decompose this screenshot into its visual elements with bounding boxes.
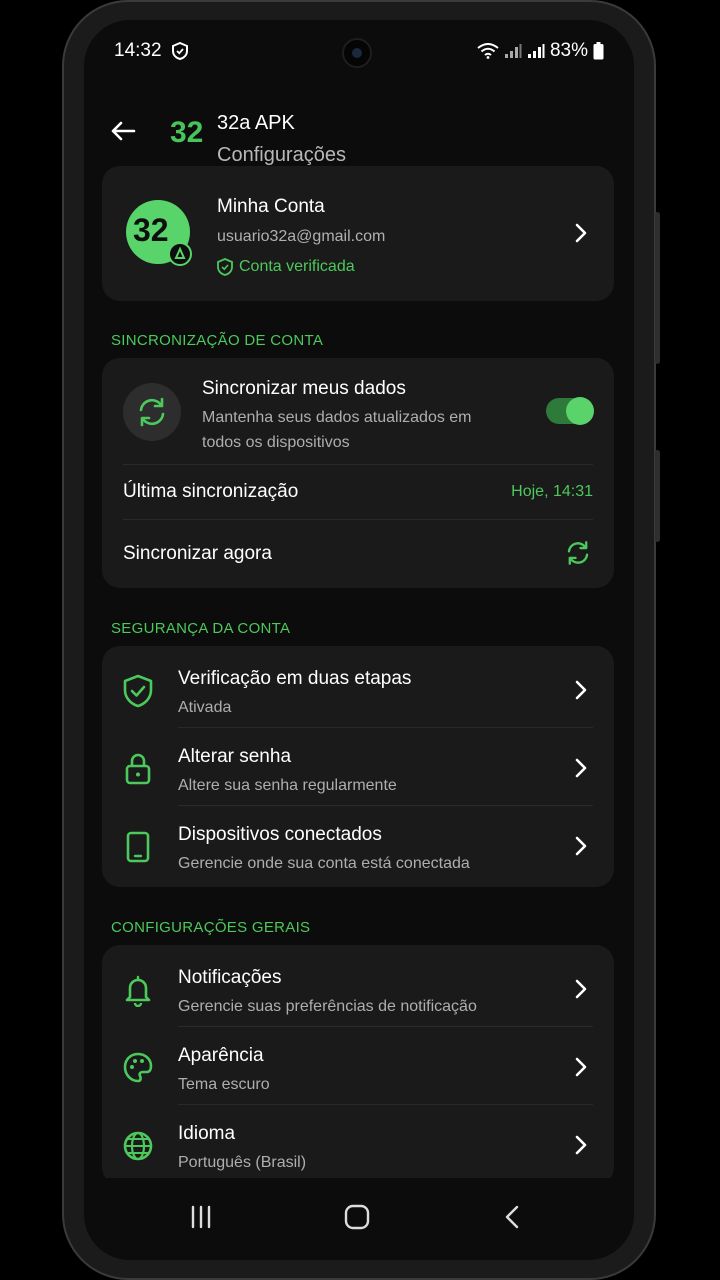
volume-button xyxy=(655,212,660,364)
avatar-badge-icon xyxy=(168,242,192,266)
status-time: 14:32 xyxy=(114,40,162,61)
general-item-appearance[interactable]: Aparência Tema escuro xyxy=(102,1027,614,1105)
item-subtitle: Altere sua senha regularmente xyxy=(178,777,397,794)
item-title: Aparência xyxy=(178,1045,264,1066)
general-card: Notificações Gerencie suas preferências … xyxy=(102,945,614,1185)
screen: 14:32 83% 32 32a APK Configurações 32 Mi… xyxy=(84,20,634,1260)
section-title-security: SEGURANÇA DA CONTA xyxy=(111,620,291,637)
chevron-right-icon xyxy=(575,979,587,999)
item-title: Idioma xyxy=(178,1123,236,1144)
back-arrow-icon[interactable] xyxy=(110,120,136,142)
chevron-right-icon xyxy=(575,1135,587,1155)
item-subtitle: Português (Brasil) xyxy=(178,1154,307,1171)
wifi-icon xyxy=(477,43,499,59)
sync-toggle[interactable] xyxy=(546,397,594,425)
item-title: Notificações xyxy=(178,967,282,988)
sync-icon-badge xyxy=(123,383,181,441)
bell-icon xyxy=(125,975,151,1007)
item-subtitle: Gerencie suas preferências de notificaçã… xyxy=(178,998,477,1015)
palette-icon xyxy=(123,1052,153,1083)
security-item-password[interactable]: Alterar senha Altere sua senha regularme… xyxy=(102,728,614,806)
item-subtitle: Gerencie onde sua conta está conectada xyxy=(178,855,470,872)
item-title: Alterar senha xyxy=(178,746,292,767)
account-name: Minha Conta xyxy=(217,196,325,217)
app-logo: 32 xyxy=(170,116,204,149)
section-title-general: CONFIGURAÇÕES GERAIS xyxy=(111,919,311,936)
account-card[interactable]: 32 Minha Conta usuario32a@gmail.com Cont… xyxy=(102,166,614,301)
item-title: Verificação em duas etapas xyxy=(178,668,412,689)
page-title: Configurações xyxy=(217,144,346,166)
chevron-right-icon xyxy=(575,680,587,700)
battery-icon xyxy=(593,42,604,60)
chevron-right-icon xyxy=(575,836,587,856)
home-icon[interactable] xyxy=(344,1204,370,1230)
sync-now-icon[interactable] xyxy=(564,539,592,567)
signal-icon xyxy=(504,44,522,58)
status-icons: 83% xyxy=(477,40,604,62)
last-sync-value: Hoje, 14:31 xyxy=(511,483,593,500)
recent-apps-icon[interactable] xyxy=(188,1204,214,1230)
security-shield-icon xyxy=(172,42,188,60)
sync-description: Mantenha seus dados atualizados em todos… xyxy=(202,409,472,451)
security-item-devices[interactable]: Dispositivos conectados Gerencie onde su… xyxy=(102,806,614,884)
sync-now-label: Sincronizar agora xyxy=(123,543,272,564)
divider xyxy=(123,464,593,465)
shield-check-icon xyxy=(123,674,153,708)
chevron-right-icon xyxy=(575,223,587,243)
last-sync-label: Última sincronização xyxy=(123,481,299,502)
signal-icon-2 xyxy=(527,44,545,58)
section-title-sync: SINCRONIZAÇÃO DE CONTA xyxy=(111,332,324,349)
account-email: usuario32a@gmail.com xyxy=(217,228,386,245)
sync-title: Sincronizar meus dados xyxy=(202,378,406,399)
sync-now-row[interactable]: Sincronizar agora xyxy=(102,520,614,588)
tablet-icon xyxy=(126,831,150,863)
item-title: Dispositivos conectados xyxy=(178,824,382,845)
security-card: Verificação em duas etapas Ativada Alter… xyxy=(102,646,614,887)
sync-icon xyxy=(139,397,165,427)
power-button xyxy=(655,450,660,542)
front-camera xyxy=(342,38,372,68)
status-bar: 14:32 83% xyxy=(84,20,634,80)
item-subtitle: Ativada xyxy=(178,699,232,716)
back-icon[interactable] xyxy=(500,1204,526,1230)
chevron-right-icon xyxy=(575,758,587,778)
system-nav-bar xyxy=(84,1178,634,1260)
app-title: 32a APK xyxy=(217,112,295,134)
verified-label: Conta verificada xyxy=(239,258,355,275)
shield-check-icon xyxy=(217,258,233,276)
general-item-language[interactable]: Idioma Português (Brasil) xyxy=(102,1105,614,1183)
chevron-right-icon xyxy=(575,1057,587,1077)
security-item-two-step[interactable]: Verificação em duas etapas Ativada xyxy=(102,650,614,728)
item-subtitle: Tema escuro xyxy=(178,1076,270,1093)
sync-card: Sincronizar meus dados Mantenha seus dad… xyxy=(102,358,614,588)
verified-status: Conta verificada xyxy=(217,258,355,276)
general-item-notifications[interactable]: Notificações Gerencie suas preferências … xyxy=(102,949,614,1027)
battery-percent: 83% xyxy=(549,40,588,61)
avatar-text: 32 xyxy=(133,212,169,248)
globe-icon xyxy=(123,1131,153,1161)
lock-icon xyxy=(125,753,151,785)
